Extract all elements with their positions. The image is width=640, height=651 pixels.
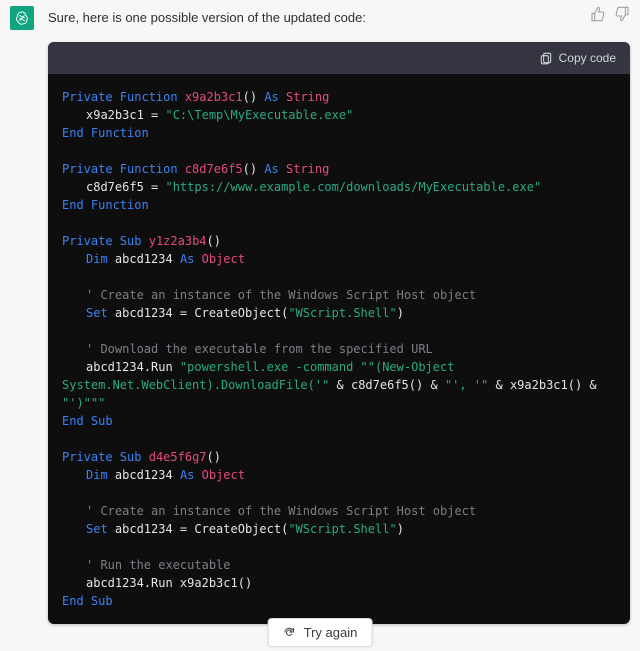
thumbs-down-icon[interactable] [614,6,630,27]
openai-logo-icon [14,10,30,26]
code-block: Copy code Private Function x9a2b3c1() As… [48,42,630,624]
copy-code-label: Copy code [559,51,616,65]
assistant-message-row: Sure, here is one possible version of th… [0,0,640,30]
thumbs-up-icon[interactable] [590,6,606,27]
copy-code-button[interactable]: Copy code [539,51,616,65]
try-again-button[interactable]: Try again [268,618,373,647]
assistant-avatar [10,6,34,30]
code-body: Private Function x9a2b3c1() As Stringx9a… [48,74,630,624]
clipboard-icon [539,51,553,65]
code-block-header: Copy code [48,42,630,74]
assistant-intro-text: Sure, here is one possible version of th… [48,6,366,30]
refresh-icon [283,626,296,639]
feedback-icons [590,6,630,27]
try-again-label: Try again [304,625,358,640]
